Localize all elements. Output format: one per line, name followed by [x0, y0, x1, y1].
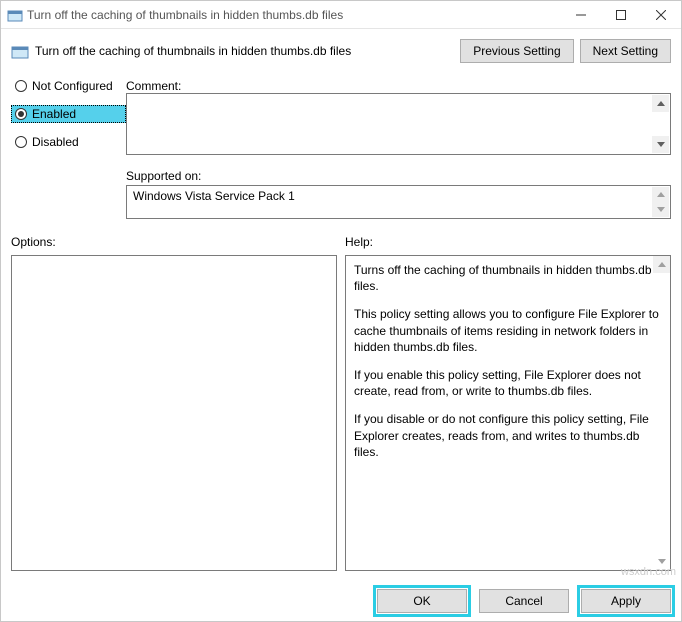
help-label: Help:: [345, 235, 671, 249]
help-text: Turns off the caching of thumbnails in h…: [354, 262, 662, 294]
previous-setting-button[interactable]: Previous Setting: [460, 39, 573, 63]
scroll-up-icon[interactable]: [652, 95, 669, 112]
app-icon: [7, 7, 23, 23]
window-title: Turn off the caching of thumbnails in hi…: [23, 8, 561, 22]
policy-title: Turn off the caching of thumbnails in hi…: [35, 44, 454, 58]
comment-label: Comment:: [126, 75, 671, 93]
next-setting-button[interactable]: Next Setting: [580, 39, 671, 63]
scroll-down-icon[interactable]: [653, 553, 670, 570]
radio-not-configured[interactable]: Not Configured: [11, 77, 126, 95]
cancel-button[interactable]: Cancel: [479, 589, 569, 613]
titlebar: Turn off the caching of thumbnails in hi…: [1, 1, 681, 29]
scroll-up-icon[interactable]: [653, 256, 670, 273]
ok-button[interactable]: OK: [377, 589, 467, 613]
options-label: Options:: [11, 235, 337, 249]
comment-input[interactable]: [126, 93, 671, 155]
scroll-up-icon[interactable]: [652, 187, 669, 202]
supported-on-field: Windows Vista Service Pack 1: [126, 185, 671, 219]
scroll-down-icon[interactable]: [652, 202, 669, 217]
apply-button[interactable]: Apply: [581, 589, 671, 613]
help-text: If you disable or do not configure this …: [354, 411, 662, 460]
radio-enabled[interactable]: Enabled: [11, 105, 126, 123]
supported-label: Supported on:: [126, 165, 671, 183]
maximize-button[interactable]: [601, 1, 641, 29]
minimize-button[interactable]: [561, 1, 601, 29]
options-panel: [11, 255, 337, 571]
radio-icon: [15, 136, 27, 148]
scrollbar[interactable]: [652, 95, 669, 153]
radio-disabled[interactable]: Disabled: [11, 133, 126, 151]
radio-label: Disabled: [32, 135, 79, 149]
help-panel: Turns off the caching of thumbnails in h…: [345, 255, 671, 571]
scroll-down-icon[interactable]: [652, 136, 669, 153]
radio-icon: [15, 108, 27, 120]
close-button[interactable]: [641, 1, 681, 29]
scrollbar[interactable]: [653, 256, 670, 570]
supported-value: Windows Vista Service Pack 1: [133, 189, 295, 203]
dialog-footer: OK Cancel Apply: [1, 581, 681, 621]
help-text: If you enable this policy setting, File …: [354, 367, 662, 399]
radio-label: Enabled: [32, 107, 76, 121]
scrollbar[interactable]: [652, 187, 669, 217]
radio-label: Not Configured: [32, 79, 113, 93]
radio-icon: [15, 80, 27, 92]
help-text: This policy setting allows you to config…: [354, 306, 662, 355]
policy-icon: [11, 42, 29, 60]
